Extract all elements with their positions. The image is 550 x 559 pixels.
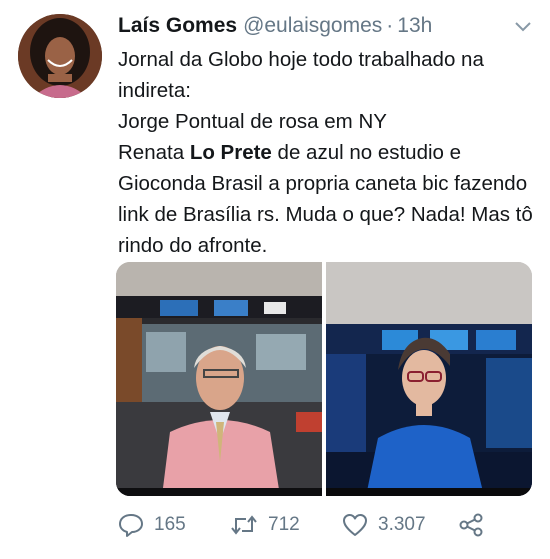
reply-count: 165 xyxy=(154,514,186,535)
bold-mention: Lo Prete xyxy=(189,141,272,164)
display-name[interactable]: Laís Gomes xyxy=(118,14,237,38)
chevron-down-icon[interactable] xyxy=(512,16,534,38)
separator-dot: · xyxy=(386,14,394,37)
reply-icon xyxy=(118,513,144,537)
like-button[interactable]: 3.307 xyxy=(342,513,458,537)
retweet-button[interactable]: 712 xyxy=(230,514,342,536)
share-icon xyxy=(458,513,484,537)
tweet-line: Gioconda Brasil a propria caneta bic faz… xyxy=(118,172,533,257)
tweet-actions: 165 712 3.307 xyxy=(118,508,498,542)
retweet-icon xyxy=(230,514,258,536)
avatar[interactable] xyxy=(18,14,102,98)
share-button[interactable] xyxy=(458,513,484,537)
user-handle[interactable]: @eulaisgomes xyxy=(243,14,382,38)
heart-icon xyxy=(342,513,368,537)
timestamp[interactable]: 13h xyxy=(397,14,432,38)
like-count: 3.307 xyxy=(378,514,426,535)
tweet-line: Renata Lo Prete de azul no estudio e xyxy=(118,137,538,168)
photo-anchor-blue-dress[interactable] xyxy=(326,262,532,496)
tweet-header: Laís Gomes @eulaisgomes · 13h xyxy=(118,14,530,40)
tweet[interactable]: Laís Gomes @eulaisgomes · 13h Jornal da … xyxy=(0,0,550,559)
photo-anchor-pink-suit[interactable] xyxy=(116,262,322,496)
tweet-text: Jornal da Globo hoje todo trabalhado na … xyxy=(118,44,538,261)
media-grid xyxy=(116,262,532,496)
retweet-count: 712 xyxy=(268,514,300,535)
tweet-line-part: de azul no estudio e xyxy=(271,141,462,164)
tweet-line: Jorge Pontual de rosa em NY xyxy=(118,110,387,133)
reply-button[interactable]: 165 xyxy=(118,513,230,537)
tweet-line: Jornal da Globo hoje todo trabalhado na … xyxy=(118,48,484,102)
tweet-line-part: Renata xyxy=(118,141,190,164)
